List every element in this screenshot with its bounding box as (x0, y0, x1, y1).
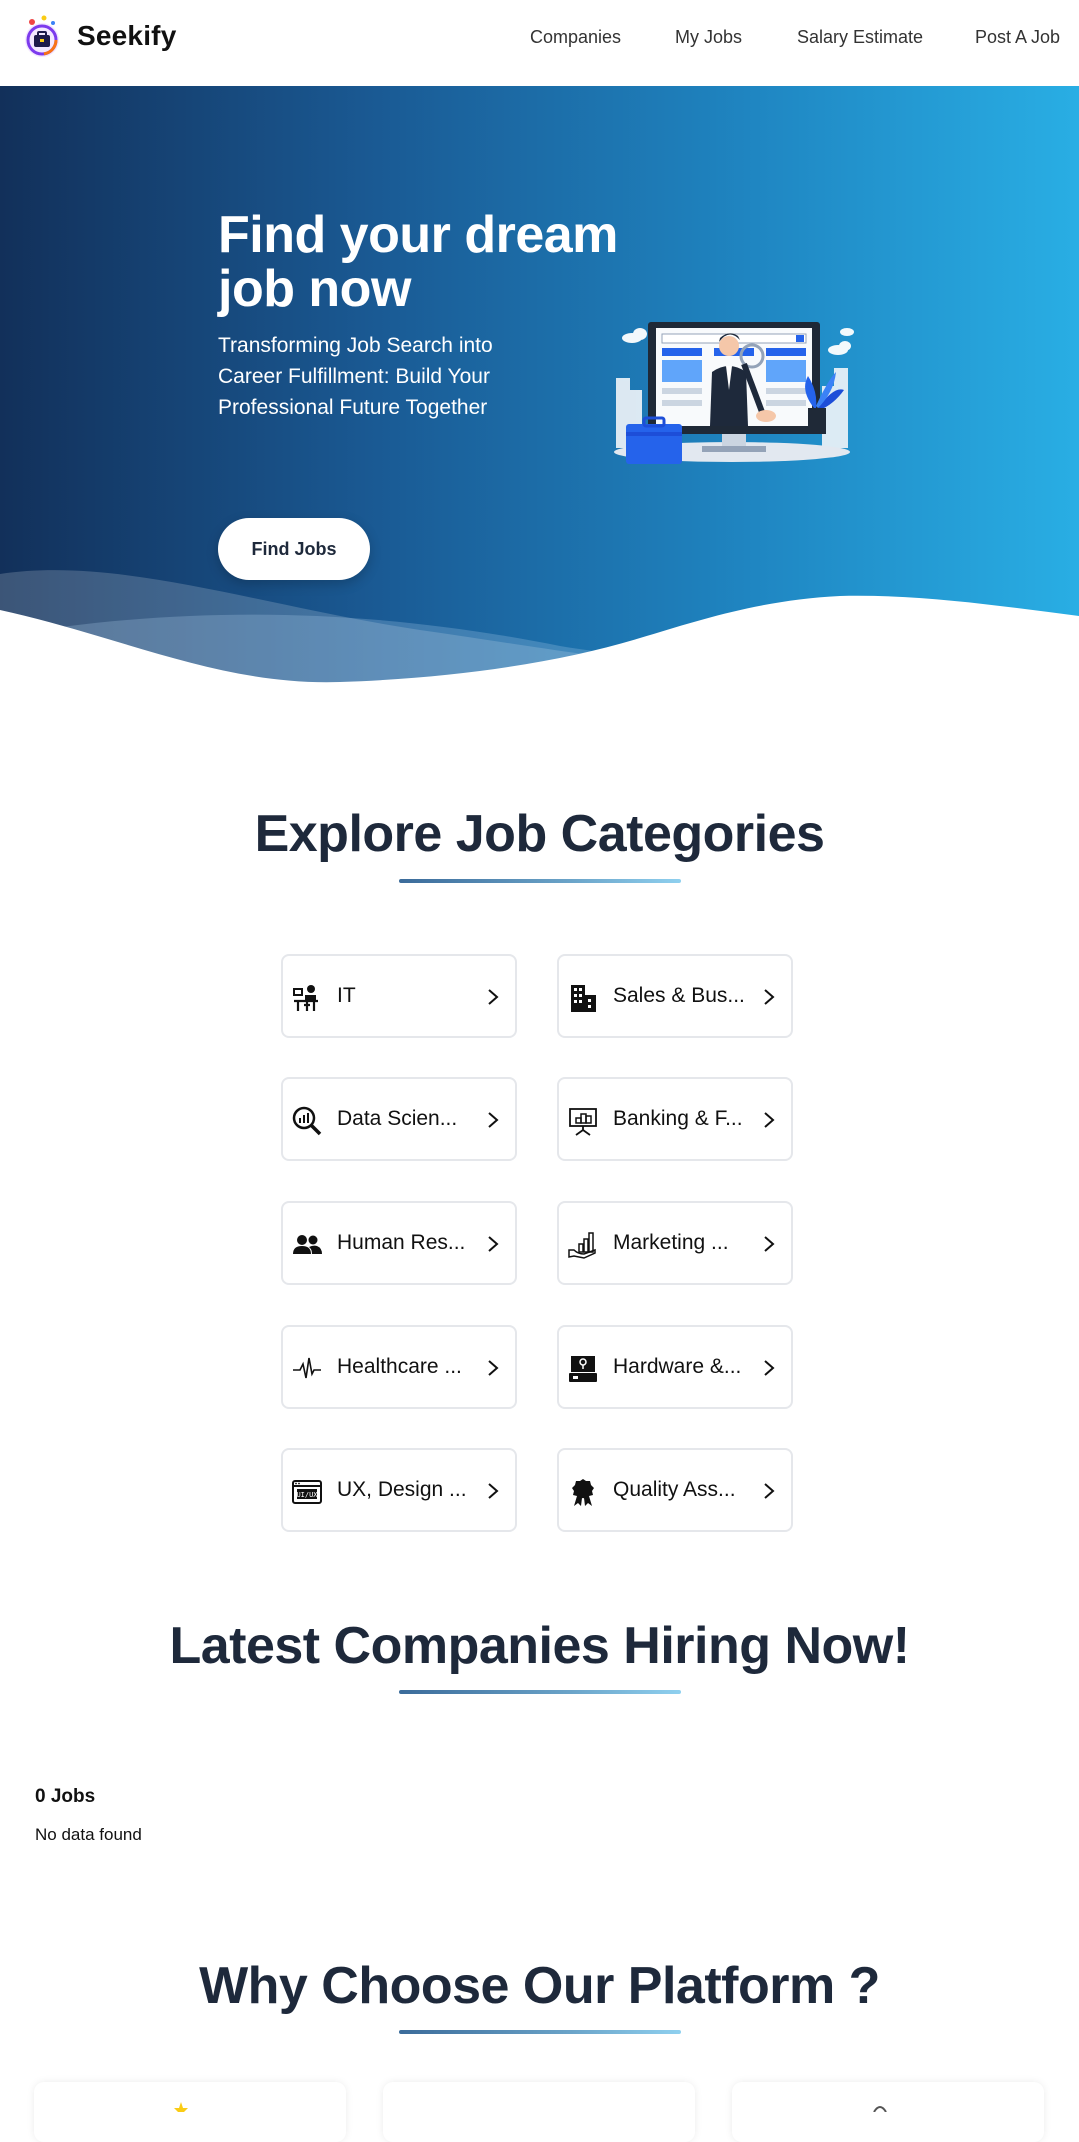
seekify-logo-icon[interactable] (22, 14, 62, 60)
platform-heading: Why Choose Our Platform ? (199, 1957, 880, 2015)
category-label: Hardware &... (613, 1355, 742, 1378)
category-label: Quality Ass... (613, 1478, 736, 1501)
category-label: IT (337, 984, 356, 1007)
feature-icon (873, 2106, 887, 2112)
category-card-ux-design[interactable]: UI/UX UX, Design ... (281, 1448, 517, 1532)
categories-underline (399, 879, 681, 883)
nav-post-a-job[interactable]: Post A Job (975, 27, 1060, 48)
chevron-right-icon (764, 1360, 775, 1376)
companies-heading: Latest Companies Hiring Now! (169, 1617, 910, 1675)
platform-underline (399, 2030, 681, 2034)
category-label: Sales & Bus... (613, 984, 745, 1007)
developer-at-desk-icon (293, 985, 318, 1011)
nav-salary-estimate[interactable]: Salary Estimate (797, 27, 923, 48)
chevron-right-icon (488, 989, 499, 1005)
category-card-it[interactable]: IT (281, 954, 517, 1038)
award-ribbon-icon (572, 1479, 594, 1506)
category-label: UX, Design ... (337, 1478, 467, 1501)
hero-subtitle: Transforming Job Search into Career Fulf… (218, 334, 493, 419)
category-label: Data Scien... (337, 1107, 458, 1130)
office-building-icon (571, 985, 596, 1012)
category-label: Human Res... (337, 1231, 466, 1254)
people-group-icon (293, 1235, 322, 1254)
ui-ux-window-icon: UI/UX (292, 1480, 322, 1504)
chevron-right-icon (488, 1360, 499, 1376)
chevron-right-icon (488, 1236, 499, 1252)
heartbeat-pulse-icon (293, 1357, 321, 1379)
star-icon (174, 2102, 188, 2112)
platform-feature-card (732, 2082, 1044, 2142)
category-card-human-resources[interactable]: Human Res... (281, 1201, 517, 1285)
category-label: Healthcare ... (337, 1355, 462, 1378)
category-label: Marketing ... (613, 1231, 729, 1254)
empty-state-message: No data found (35, 1825, 142, 1844)
brand-name[interactable]: Seekify (77, 20, 176, 52)
svg-text:UI/UX: UI/UX (296, 1491, 318, 1499)
chevron-right-icon (764, 1236, 775, 1252)
nav-my-jobs[interactable]: My Jobs (675, 27, 742, 48)
chevron-right-icon (488, 1483, 499, 1499)
hand-growth-chart-icon (568, 1232, 596, 1259)
category-label: Banking & F... (613, 1107, 743, 1130)
chevron-right-icon (764, 1112, 775, 1128)
category-card-healthcare[interactable]: Healthcare ... (281, 1325, 517, 1409)
hero-title: Find your dream job now (218, 206, 618, 318)
category-card-banking[interactable]: Banking & F... (557, 1077, 793, 1161)
chevron-right-icon (764, 1483, 775, 1499)
categories-heading: Explore Job Categories (254, 805, 825, 863)
companies-underline (399, 1690, 681, 1694)
category-card-quality-assurance[interactable]: Quality Ass... (557, 1448, 793, 1532)
server-drive-icon (569, 1356, 597, 1382)
nav-companies[interactable]: Companies (530, 27, 621, 48)
hero-wave-divider (0, 570, 1079, 686)
chevron-right-icon (764, 989, 775, 1005)
category-card-hardware[interactable]: Hardware &... (557, 1325, 793, 1409)
category-card-data-science[interactable]: Data Scien... (281, 1077, 517, 1161)
category-card-marketing[interactable]: Marketing ... (557, 1201, 793, 1285)
site-header: Seekify Companies My Jobs Salary Estimat… (0, 0, 1079, 86)
platform-feature-card (383, 2082, 695, 2142)
chevron-right-icon (488, 1112, 499, 1128)
data-magnifier-icon (292, 1106, 322, 1136)
presentation-board-icon (569, 1108, 597, 1136)
jobs-count: 0 Jobs (35, 1786, 96, 1807)
category-card-sales[interactable]: Sales & Bus... (557, 954, 793, 1038)
hero-banner: Find your dream job now Transforming Job… (0, 86, 1079, 686)
platform-feature-card (34, 2082, 346, 2142)
job-search-illustration (614, 322, 854, 464)
